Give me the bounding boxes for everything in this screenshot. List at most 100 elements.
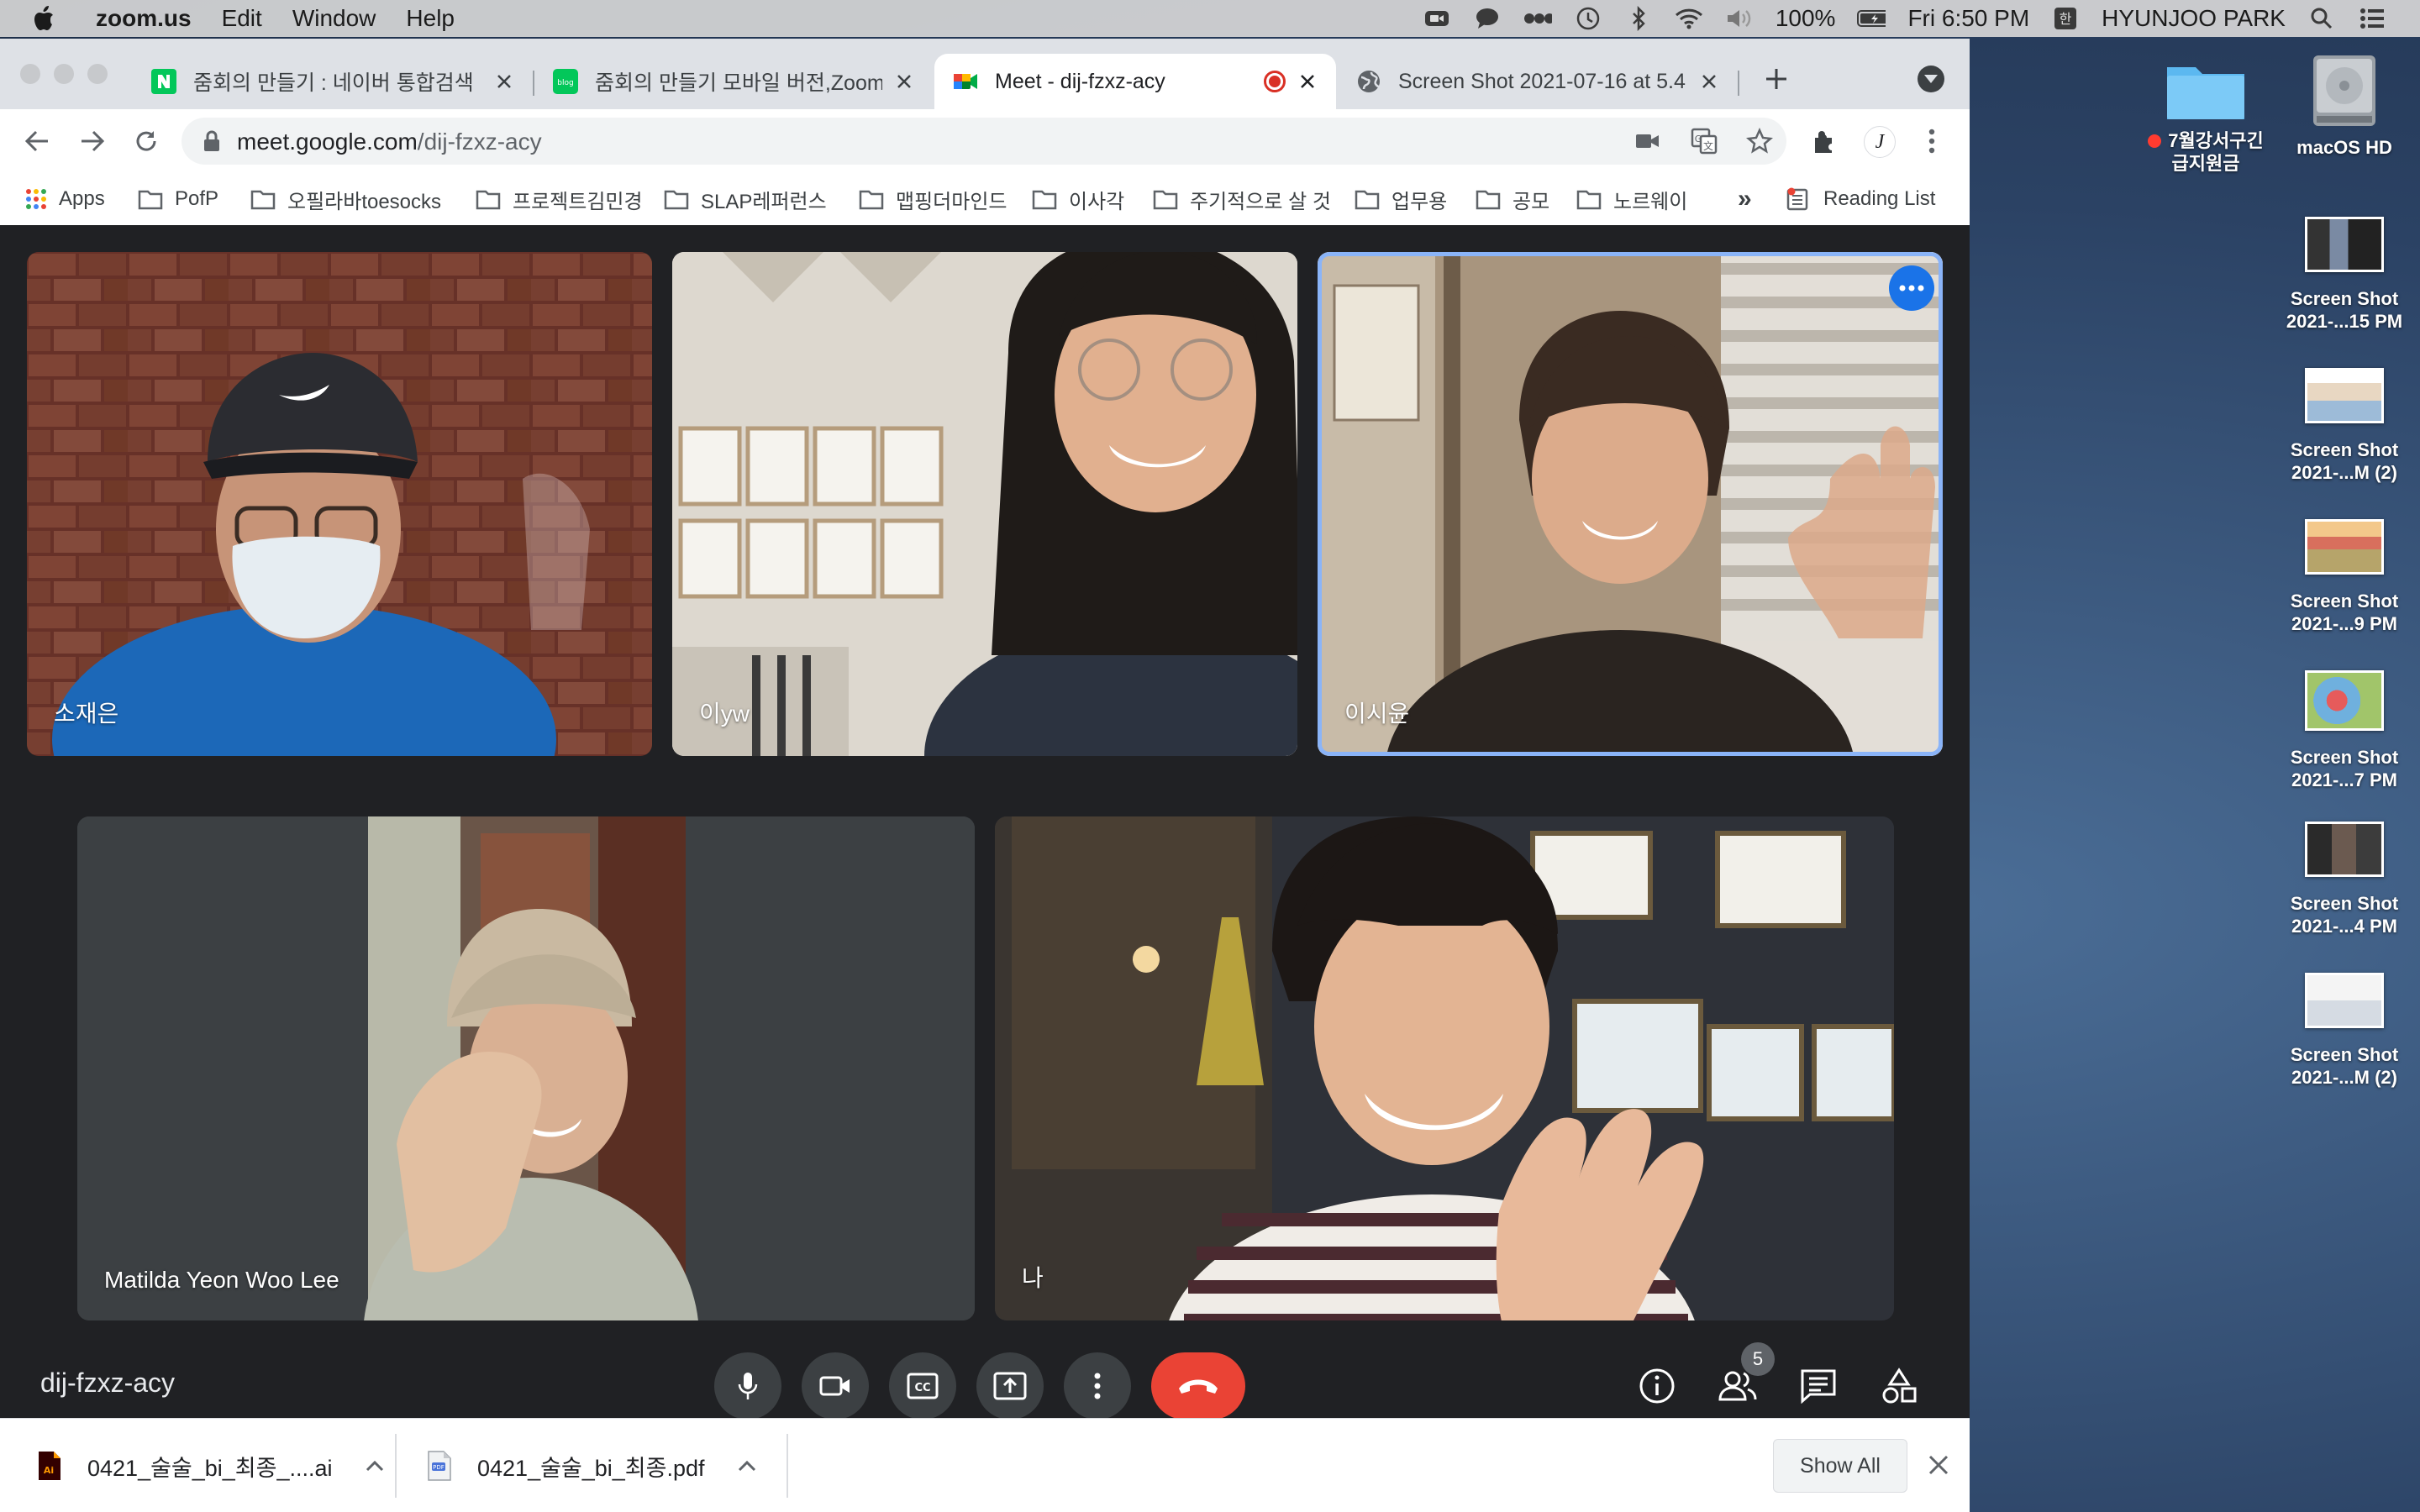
- activities-button[interactable]: [1874, 1361, 1924, 1411]
- present-screen-button[interactable]: [976, 1352, 1044, 1420]
- closed-captions-icon: CC: [907, 1373, 939, 1399]
- folder-icon: [859, 190, 884, 210]
- participant-tile[interactable]: 이yw: [672, 252, 1297, 756]
- desktop-screenshot-5[interactable]: Screen Shot 2021-...4 PM: [2273, 822, 2416, 937]
- menu-app-name[interactable]: zoom.us: [96, 5, 192, 32]
- desktop-drive[interactable]: macOS HD: [2273, 52, 2416, 159]
- menu-window[interactable]: Window: [292, 5, 376, 32]
- info-icon: [1639, 1368, 1675, 1404]
- messages-status-icon[interactable]: [1473, 6, 1502, 31]
- address-bar[interactable]: meet.google.com/dij-fzxz-acy 文G: [182, 118, 1786, 165]
- tab-screenshot[interactable]: Screen Shot 2021-07-16 at 5.4: [1338, 54, 1738, 109]
- zoom-status-icon[interactable]: [1423, 6, 1451, 31]
- desktop-screenshot-1[interactable]: Screen Shot 2021-...15 PM: [2273, 217, 2416, 333]
- kebab-menu-icon[interactable]: [1928, 128, 1936, 155]
- microphone-button[interactable]: [714, 1352, 781, 1420]
- participant-tile-active[interactable]: 이시윤: [1318, 252, 1943, 756]
- reading-list-icon: [1786, 187, 1808, 211]
- bookmark-folder-2[interactable]: 프로젝트김민경: [476, 185, 643, 213]
- reload-button[interactable]: [129, 124, 163, 158]
- menubar-clock[interactable]: Fri 6:50 PM: [1907, 5, 2029, 32]
- new-tab-button[interactable]: [1760, 62, 1793, 96]
- download-item[interactable]: PDF 0421_술술_bi_최종.pdf: [427, 1419, 759, 1512]
- close-icon[interactable]: [1296, 70, 1319, 93]
- bookmark-label: SLAP레퍼런스: [701, 190, 827, 213]
- forward-button[interactable]: [76, 124, 109, 158]
- reading-list-button[interactable]: Reading List: [1786, 185, 1935, 213]
- svg-text:CC: CC: [914, 1382, 930, 1394]
- bookmark-label: 주기적으로 살 것: [1190, 190, 1331, 213]
- bookmark-folder-6[interactable]: 주기적으로 살 것: [1153, 185, 1331, 213]
- translate-icon[interactable]: 文G: [1691, 128, 1718, 155]
- bookmark-folder-9[interactable]: 노르웨이: [1576, 185, 1687, 213]
- tab-search-button[interactable]: [1918, 66, 1944, 92]
- captions-button[interactable]: CC: [889, 1352, 956, 1420]
- close-icon[interactable]: [492, 70, 516, 93]
- close-icon[interactable]: [1926, 1452, 1951, 1478]
- notification-center-icon[interactable]: [2358, 6, 2386, 31]
- battery-icon[interactable]: [1857, 6, 1886, 31]
- more-status-icon[interactable]: [1523, 6, 1552, 31]
- participant-tile-self[interactable]: 나: [995, 816, 1894, 1320]
- downloads-bar: Ai 0421_술술_bi_최종_....ai PDF 0421_술술_bi_최…: [0, 1418, 1970, 1512]
- tab-meet[interactable]: Meet - dij-fzxz-acy: [934, 54, 1336, 109]
- participant-tile[interactable]: 소재은: [27, 252, 652, 756]
- menubar-user[interactable]: HYUNJOO PARK: [2102, 5, 2286, 32]
- desktop-screenshot-3[interactable]: Screen Shot 2021-...9 PM: [2273, 519, 2416, 635]
- screenshot-name-line2: 2021-...M (2): [2291, 1067, 2397, 1088]
- desktop-screenshot-2[interactable]: Screen Shot 2021-...M (2): [2273, 368, 2416, 484]
- window-close-button[interactable]: [20, 64, 40, 84]
- bookmark-folder-1[interactable]: 오필라바toesocks: [250, 185, 441, 213]
- wifi-icon[interactable]: [1675, 6, 1703, 31]
- bookmark-folder-4[interactable]: 맵핑더마인드: [859, 185, 1007, 213]
- close-icon[interactable]: [892, 70, 916, 93]
- menu-help[interactable]: Help: [406, 5, 455, 32]
- chevron-up-icon[interactable]: [363, 1454, 387, 1478]
- volume-icon[interactable]: [1725, 6, 1754, 31]
- screenshot-name-line2: 2021-...4 PM: [2291, 916, 2397, 937]
- folder-icon: [1576, 190, 1602, 210]
- tile-options-button[interactable]: [1889, 265, 1934, 311]
- bookmark-folder-7[interactable]: 업무용: [1355, 185, 1447, 213]
- desktop-folder[interactable]: 7월강서구긴 급지원금: [2134, 55, 2277, 175]
- download-item[interactable]: Ai 0421_술술_bi_최종_....ai: [37, 1419, 387, 1512]
- window-zoom-button[interactable]: [87, 64, 108, 84]
- profile-avatar[interactable]: J: [1864, 126, 1896, 158]
- camera-button[interactable]: [802, 1352, 869, 1420]
- input-source-icon[interactable]: 한: [2051, 6, 2080, 31]
- spotlight-search-icon[interactable]: [2307, 6, 2336, 31]
- close-icon[interactable]: [1697, 70, 1721, 93]
- tab-blog[interactable]: blog 줌회의 만들기 모바일 버전,Zoom회: [534, 54, 933, 109]
- extensions-puzzle-icon[interactable]: [1812, 128, 1839, 155]
- participant-tile[interactable]: Matilda Yeon Woo Lee: [77, 816, 975, 1320]
- camera-in-use-icon[interactable]: [1635, 131, 1660, 151]
- bookmark-folder-8[interactable]: 공모: [1476, 185, 1549, 213]
- apple-menu-icon[interactable]: [34, 0, 67, 37]
- bookmark-apps[interactable]: Apps: [25, 185, 105, 213]
- desktop-screenshot-4[interactable]: Screen Shot 2021-...7 PM: [2273, 670, 2416, 791]
- back-button[interactable]: [20, 124, 54, 158]
- people-button[interactable]: 5: [1712, 1342, 1775, 1411]
- chat-button[interactable]: [1793, 1361, 1844, 1411]
- menu-edit[interactable]: Edit: [222, 5, 262, 32]
- bookmark-folder-0[interactable]: PofP: [138, 185, 218, 213]
- screenshot-thumbnail: [2305, 368, 2384, 423]
- window-minimize-button[interactable]: [54, 64, 74, 84]
- tab-naver-search[interactable]: 줌회의 만들기 : 네이버 통합검색: [133, 54, 533, 109]
- meeting-details-button[interactable]: [1632, 1361, 1682, 1411]
- screenshot-name-line1: Screen Shot: [2290, 1044, 2399, 1065]
- bookmark-folder-5[interactable]: 이사각: [1032, 185, 1124, 213]
- bluetooth-icon[interactable]: [1624, 6, 1653, 31]
- bookmark-folder-3[interactable]: SLAP레퍼런스: [664, 185, 827, 213]
- svg-text:PDF: PDF: [433, 1464, 445, 1471]
- bookmark-star-icon[interactable]: [1746, 128, 1773, 155]
- desktop-screenshot-6[interactable]: Screen Shot 2021-...M (2): [2273, 973, 2416, 1089]
- show-all-downloads-button[interactable]: Show All: [1773, 1439, 1907, 1493]
- chevron-up-icon[interactable]: [735, 1454, 759, 1478]
- leave-call-button[interactable]: [1151, 1352, 1245, 1420]
- bookmarks-overflow-button[interactable]: »: [1738, 185, 1752, 213]
- screenshot-name-line1: Screen Shot: [2290, 288, 2399, 309]
- more-options-button[interactable]: [1064, 1352, 1131, 1420]
- time-machine-icon[interactable]: [1574, 6, 1602, 31]
- bookmark-label: 공모: [1512, 190, 1550, 213]
